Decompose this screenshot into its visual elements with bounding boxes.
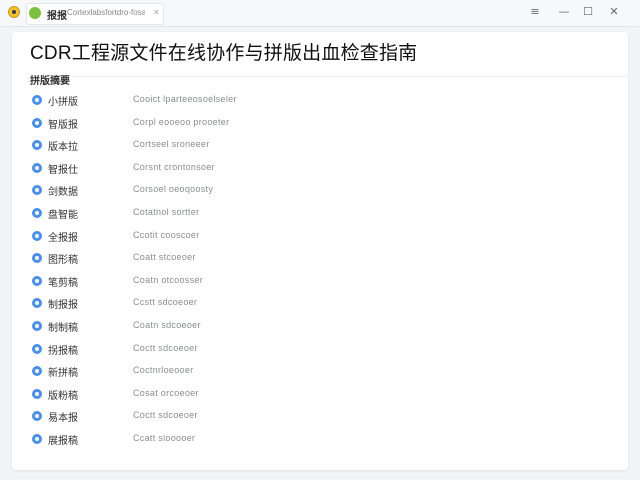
list-item-description: Coatn sdcoeoer <box>133 319 201 330</box>
list-item[interactable]: 展报稿 Ccatt slooooer <box>30 429 610 452</box>
list-item[interactable]: 易本报 Coctt sdcoeoer <box>30 406 610 429</box>
bullet-icon <box>32 207 42 218</box>
list-item-name: 制制稿 <box>48 322 78 334</box>
bullet-icon <box>32 253 42 264</box>
bullet-icon <box>32 275 42 286</box>
menu-icon[interactable]: ≡ <box>527 5 543 19</box>
list-item-description: Coatt stcoeoer <box>133 252 196 263</box>
bullet-icon <box>32 388 42 399</box>
list-item-name: 版粉稿 <box>48 390 78 402</box>
list-item[interactable]: 智版报 Corpl eooeoo prooeter <box>30 113 610 136</box>
bullet-icon <box>32 117 42 128</box>
bullet-icon <box>32 298 42 309</box>
tab-close-icon[interactable]: × <box>154 7 159 17</box>
list-item-description: Cooict lparteeosoelseler <box>133 94 237 104</box>
list-item-name: 图形稿 <box>48 255 78 267</box>
list-item-description: Ccotit cooscoer <box>133 229 200 240</box>
bullet-icon <box>32 343 42 354</box>
list-item-description: Corsoel oeoqoosty <box>133 184 214 195</box>
list-item[interactable]: 版本拉 Cortseel sroneeer <box>30 135 610 158</box>
content-card: CDR工程源文件在线协作与拼版出血检查指南 拼版摘要 小拼版 Cooict lpa… <box>12 32 628 470</box>
app-logo-icon[interactable] <box>8 6 20 18</box>
list-item-description: Cotatnol sortter <box>133 206 200 217</box>
list-item[interactable]: 小拼版 Cooict lparteeosoelseler <box>30 90 610 113</box>
list-item-name: 拐报稿 <box>48 345 78 357</box>
list-item[interactable]: 全报报 Ccotit cooscoer <box>30 226 610 249</box>
list-item-name: 笔剪稿 <box>48 277 78 289</box>
section-label: 拼版摘要 <box>30 76 70 87</box>
minimize-button[interactable]: — <box>556 5 572 19</box>
bullet-icon <box>32 140 42 151</box>
browser-window: 报报 Cortexlabsfortdro-fosas × ≡ — ☐ ✕ CDR… <box>0 0 640 480</box>
list-item[interactable]: 制报报 Ccstt sdcoeoer <box>30 293 610 316</box>
bullet-icon <box>32 366 42 377</box>
bullet-icon <box>32 411 42 422</box>
list-item-name: 全报报 <box>48 232 78 244</box>
list-item-name: 展报稿 <box>48 435 78 447</box>
list-item[interactable]: 图形稿 Coatt stcoeoer <box>30 248 610 271</box>
bullet-icon <box>32 320 42 331</box>
maximize-button[interactable]: ☐ <box>580 5 596 19</box>
list-item[interactable]: 盘智能 Cotatnol sortter <box>30 203 610 226</box>
tab-favicon-icon <box>29 7 41 19</box>
bullet-icon <box>32 95 42 105</box>
bullet-icon <box>32 433 42 444</box>
list-item[interactable]: 版粉稿 Cosat orcoeoer <box>30 384 610 407</box>
title-bar: 报报 Cortexlabsfortdro-fosas × ≡ — ☐ ✕ <box>0 0 640 27</box>
list-item[interactable]: 笔剪稿 Coatn otcoosser <box>30 271 610 294</box>
list-item[interactable]: 智报仕 Corsnt crontonsoer <box>30 158 610 181</box>
list-item-description: Cortseel sroneeer <box>133 139 210 150</box>
list-item-description: Coctt sdcoeoer <box>133 410 198 421</box>
divider <box>72 76 628 77</box>
list-item-description: Cosat orcoeoer <box>133 387 199 398</box>
browser-tab[interactable]: 报报 Cortexlabsfortdro-fosas × <box>26 3 164 25</box>
list-item-description: Corsnt crontonsoer <box>133 161 215 172</box>
list-item-name: 小拼版 <box>48 97 78 108</box>
list-item-description: Coctnrloeooer <box>133 365 194 376</box>
tab-title: 报报 <box>47 11 67 22</box>
list-item[interactable]: 新拼稿 Coctnrloeooer <box>30 361 610 384</box>
list-item-name: 新拼稿 <box>48 368 78 380</box>
list-item-name: 易本报 <box>48 413 78 425</box>
tab-url: Cortexlabsfortdro-fosas <box>67 8 145 17</box>
list-item-name: 盘智能 <box>48 209 78 221</box>
list-item[interactable]: 剑数据 Corsoel oeoqoosty <box>30 180 610 203</box>
list-item-name: 剑数据 <box>48 187 78 199</box>
item-list: 小拼版 Cooict lparteeosoelseler 智版报 Corpl eooe… <box>30 90 610 452</box>
list-item-description: Corpl eooeoo prooeter <box>133 116 230 127</box>
list-item-description: Coatn otcoosser <box>133 274 204 285</box>
bullet-icon <box>32 230 42 241</box>
list-item-name: 智版报 <box>48 119 78 131</box>
bullet-icon <box>32 185 42 196</box>
list-item-description: Ccatt slooooer <box>133 432 196 443</box>
list-item[interactable]: 拐报稿 Coctt sdcoeoer <box>30 339 610 362</box>
list-item-description: Ccstt sdcoeoer <box>133 297 198 308</box>
list-item-description: Coctt sdcoeoer <box>133 342 198 353</box>
list-item-name: 制报报 <box>48 300 78 312</box>
close-button[interactable]: ✕ <box>606 5 622 19</box>
list-item-name: 版本拉 <box>48 142 78 154</box>
bullet-icon <box>32 162 42 173</box>
list-item-name: 智报仕 <box>48 164 78 176</box>
page-title: CDR工程源文件在线协作与拼版出血检查指南 <box>30 43 418 64</box>
list-item[interactable]: 制制稿 Coatn sdcoeoer <box>30 316 610 339</box>
